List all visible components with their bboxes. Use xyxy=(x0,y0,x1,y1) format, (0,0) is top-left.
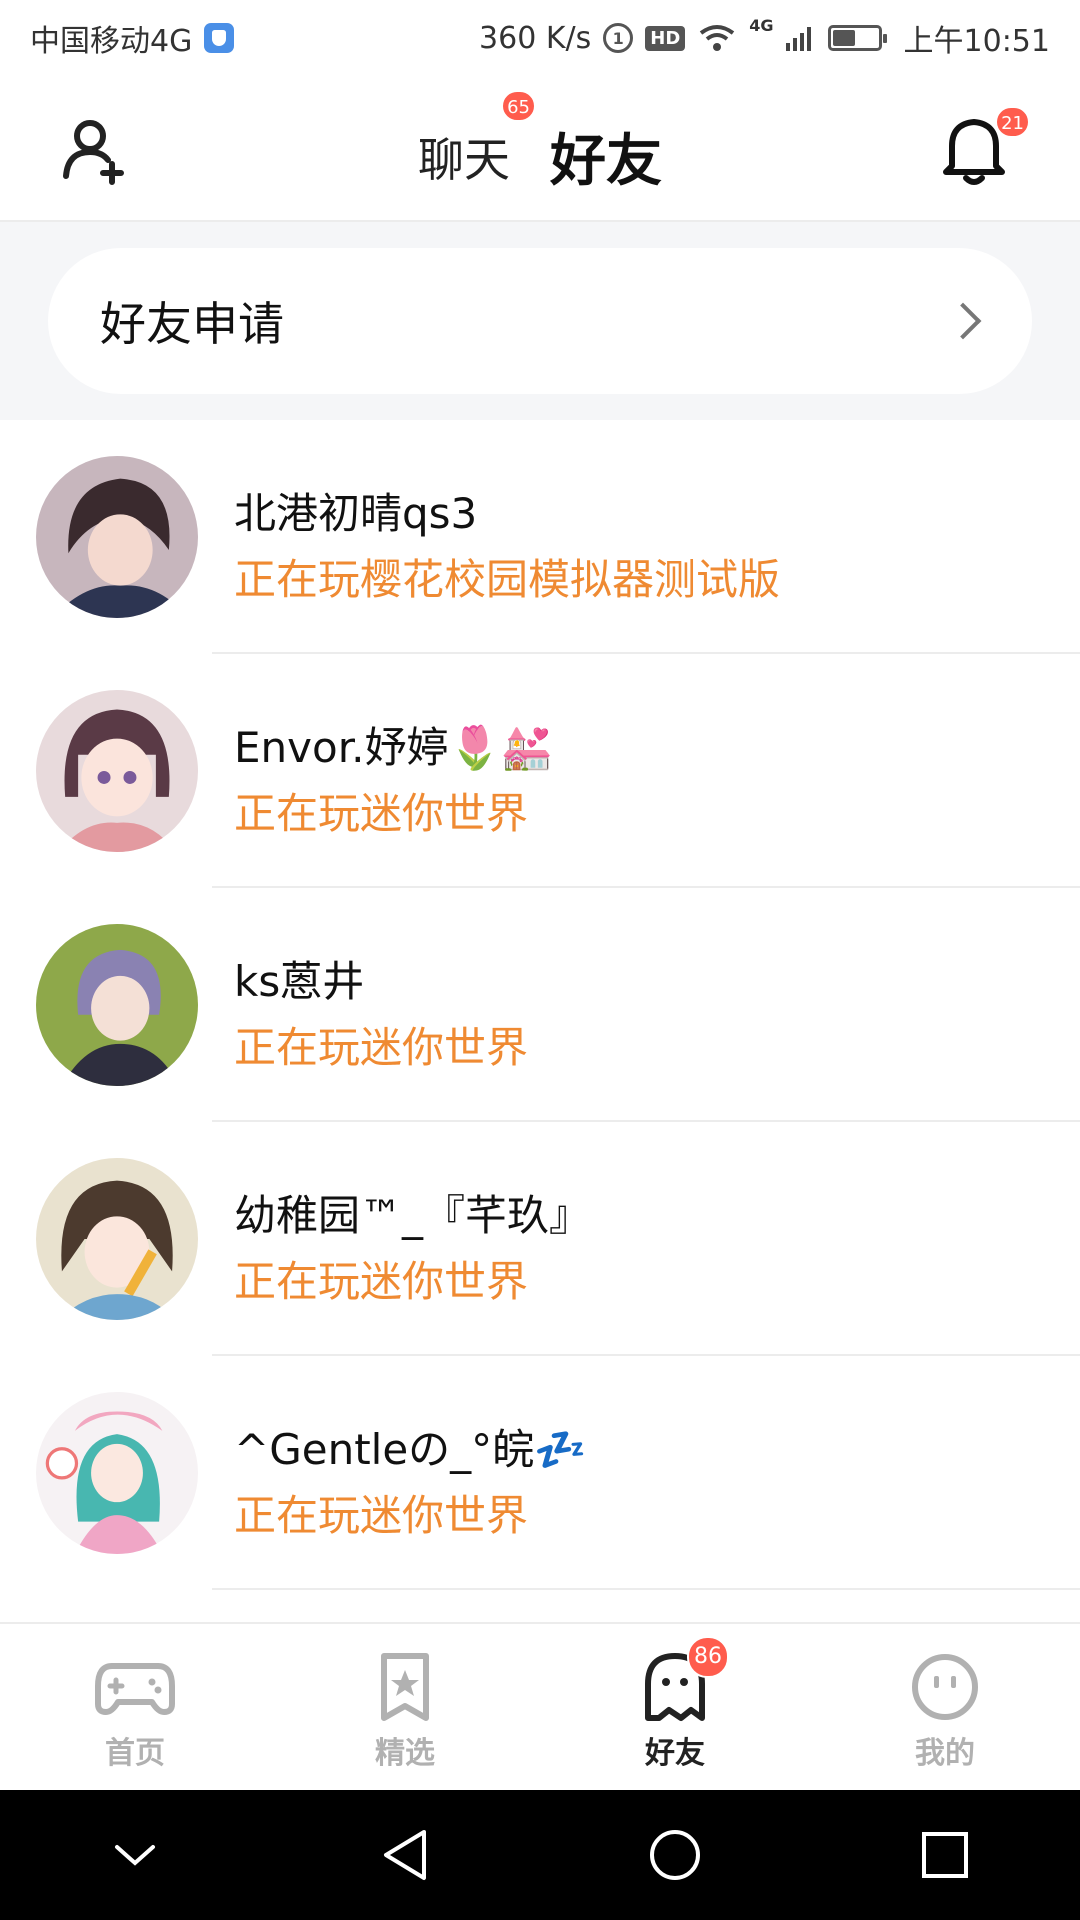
battery-icon xyxy=(827,25,887,51)
back-button[interactable] xyxy=(360,1810,450,1900)
hd-icon: HD xyxy=(645,25,686,51)
nav-home[interactable]: 首页 xyxy=(0,1624,270,1792)
nav-featured-label: 精选 xyxy=(375,1736,435,1771)
home-button[interactable] xyxy=(630,1810,720,1900)
wifi-icon xyxy=(700,25,735,51)
avatar[interactable] xyxy=(36,690,198,852)
gamepad-icon xyxy=(95,1663,175,1715)
avatar[interactable] xyxy=(36,1158,198,1320)
recents-square-icon xyxy=(922,1832,968,1878)
nav-friends[interactable]: 86 好友 xyxy=(540,1624,810,1792)
sim-one-icon: 1 xyxy=(603,23,634,53)
friend-name: Envor.妤婷🌷💒 xyxy=(234,723,554,772)
friend-request-button[interactable]: 好友申请 xyxy=(48,248,1032,394)
friend-name: ^Gentleの_°皖💤 xyxy=(234,1425,587,1474)
tab-chat[interactable]: 聊天 65 xyxy=(418,90,536,197)
friends-nav-badge: 86 xyxy=(687,1636,729,1678)
notification-button[interactable]: 21 xyxy=(938,106,1030,188)
back-triangle-icon xyxy=(384,1830,426,1880)
nav-home-label: 首页 xyxy=(105,1736,165,1771)
friend-status: 正在玩迷你世界 xyxy=(234,1023,529,1072)
friend-status: 正在玩迷你世界 xyxy=(234,1491,529,1540)
avatar[interactable] xyxy=(36,456,198,618)
nav-profile[interactable]: 我的 xyxy=(810,1624,1080,1792)
friend-request-label: 好友申请 xyxy=(100,297,284,351)
carrier-label: 中国移动4G xyxy=(30,24,193,59)
signal-icon xyxy=(785,25,816,51)
home-circle-icon xyxy=(650,1830,700,1880)
network-speed: 360 K/s xyxy=(479,20,592,56)
friend-row[interactable]: 幼稚园™_『芊玖』 正在玩迷你世界 xyxy=(0,1122,1080,1356)
system-navigation-bar xyxy=(0,1790,1080,1920)
collapse-button[interactable] xyxy=(90,1810,180,1900)
battery-fill xyxy=(832,30,855,46)
chat-badge: 65 xyxy=(501,90,536,122)
nav-featured[interactable]: 精选 xyxy=(270,1624,540,1792)
friend-row[interactable]: Envor.妤婷🌷💒 正在玩迷你世界 xyxy=(0,654,1080,888)
clock: 上午10:51 xyxy=(903,24,1050,59)
chevron-right-icon xyxy=(944,302,982,340)
tab-friends-label: 好友 xyxy=(550,129,662,194)
friend-status: 正在玩迷你世界 xyxy=(234,1257,529,1306)
friend-name: 幼稚园™_『芊玖』 xyxy=(234,1191,592,1240)
bottom-navigation: 首页 精选 86 好友 我的 xyxy=(0,1622,1080,1792)
face-icon xyxy=(912,1654,978,1720)
nav-friends-label: 好友 xyxy=(639,1728,711,1776)
network-type: 4G xyxy=(749,16,774,35)
friend-row[interactable]: 北港初晴qs3 正在玩樱花校园模拟器测试版 xyxy=(0,420,1080,654)
divider xyxy=(212,1588,1080,1590)
tab-friends[interactable]: 好友 xyxy=(550,116,662,255)
friend-request-section: 好友申请 xyxy=(0,222,1080,420)
tab-bar: 聊天 65 好友 xyxy=(0,90,1080,255)
shield-icon xyxy=(204,23,235,53)
recents-button[interactable] xyxy=(900,1810,990,1900)
friend-list: 北港初晴qs3 正在玩樱花校园模拟器测试版 Envor.妤婷🌷💒 正在玩迷你世界… xyxy=(0,420,1080,1590)
friend-name: 北港初晴qs3 xyxy=(234,489,478,538)
chevron-down-icon xyxy=(115,1845,155,1866)
avatar[interactable] xyxy=(36,1392,198,1554)
notification-badge: 21 xyxy=(995,106,1030,138)
friend-row[interactable]: ^Gentleの_°皖💤 正在玩迷你世界 xyxy=(0,1356,1080,1590)
friend-status: 正在玩迷你世界 xyxy=(234,789,529,838)
top-header: 聊天 65 好友 21 xyxy=(0,76,1080,255)
tab-chat-label: 聊天 xyxy=(418,133,510,187)
status-bar: 中国移动4G 360 K/s 1 HD 4G 上午10:51 xyxy=(0,0,1080,76)
status-bar-left: 中国移动4G xyxy=(30,16,235,60)
status-bar-right: 360 K/s 1 HD 4G 上午10:51 xyxy=(479,16,1050,60)
nav-profile-label: 我的 xyxy=(915,1736,975,1771)
avatar[interactable] xyxy=(36,924,198,1086)
friend-name: ks蒽井 xyxy=(234,957,365,1006)
friend-status: 正在玩樱花校园模拟器测试版 xyxy=(234,555,781,604)
friend-row[interactable]: ks蒽井 正在玩迷你世界 xyxy=(0,888,1080,1122)
star-bookmark-icon xyxy=(381,1653,429,1721)
